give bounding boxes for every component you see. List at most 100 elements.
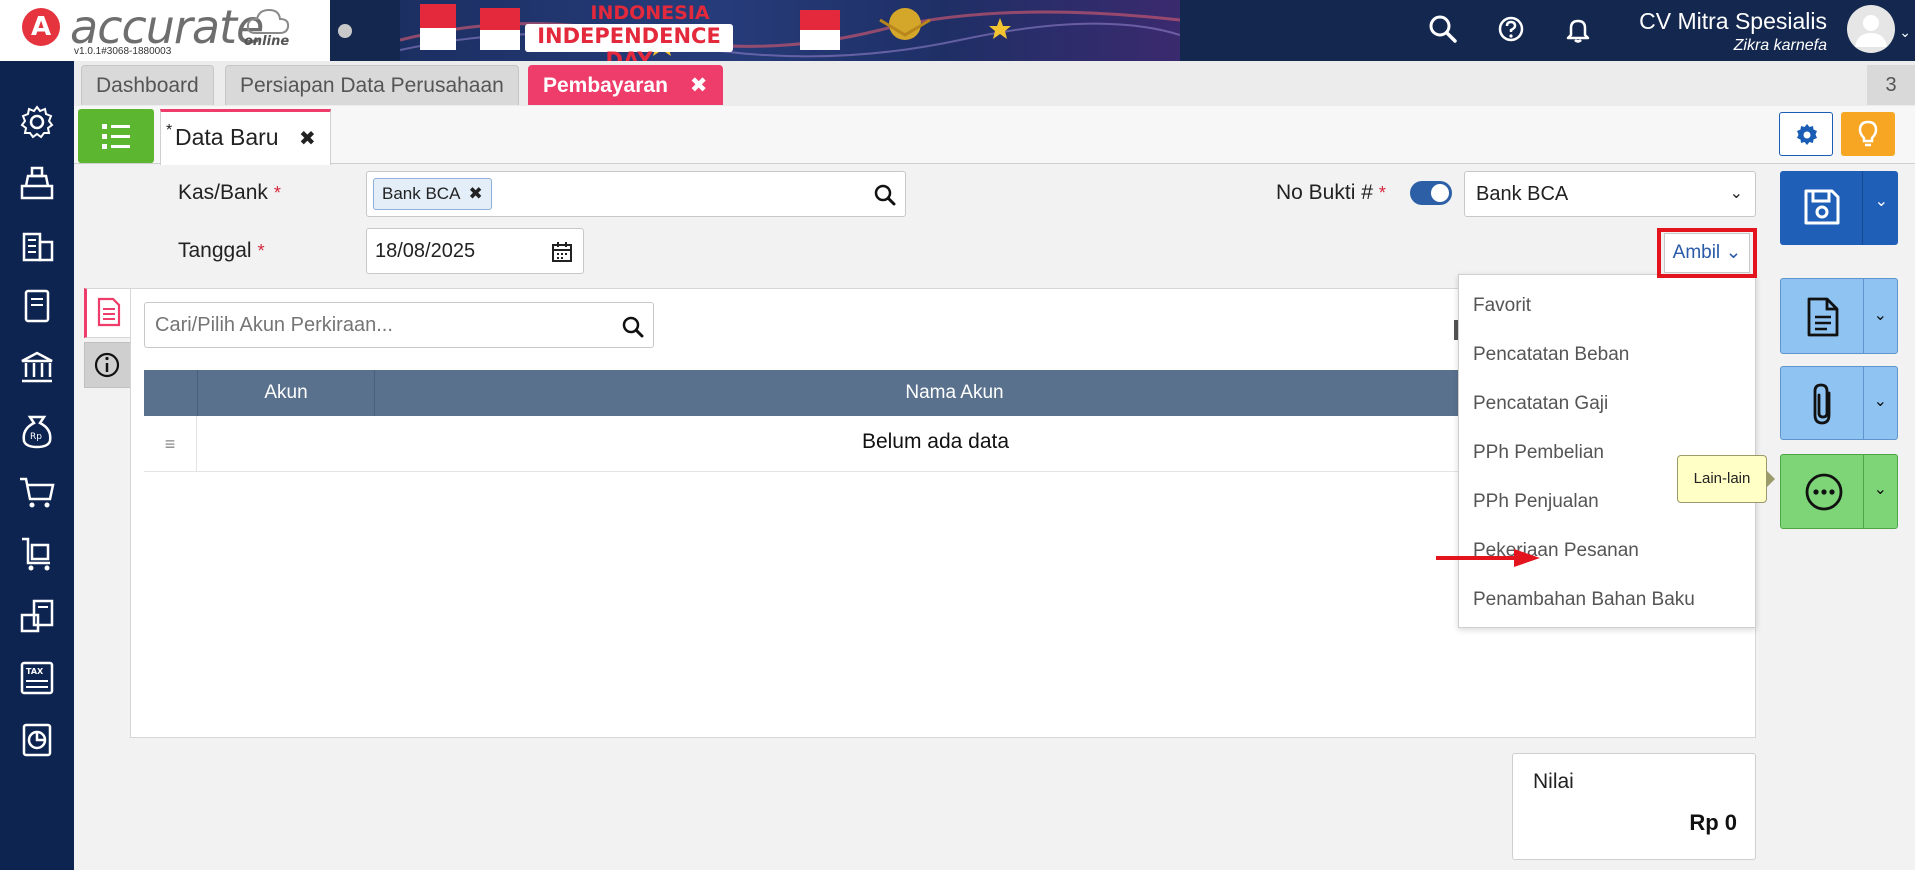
no-bukti-label-text: No Bukti # [1276, 181, 1373, 204]
akun-search-input[interactable] [145, 303, 605, 347]
menu-item-penambahan-bahan-baku[interactable]: Penambahan Bahan Baku [1459, 575, 1755, 624]
svg-text:Rp: Rp [30, 432, 42, 442]
logo-area[interactable]: A accurate online v1.0.1#3068-1880003 [0, 0, 352, 61]
kas-bank-input[interactable]: Bank BCA ✖ [366, 171, 906, 217]
building-icon [22, 232, 54, 262]
cart-icon [20, 477, 55, 508]
tanggal-input[interactable]: 18/08/2025 [366, 228, 584, 274]
menu-item-pencatatan-beban[interactable]: Pencatatan Beban [1459, 330, 1755, 379]
close-icon[interactable]: ✖ [299, 128, 316, 150]
gear-icon [20, 105, 54, 139]
floppy-disk-icon [1804, 189, 1840, 225]
sidebar-item-receivables[interactable]: Rp [16, 409, 58, 451]
ambil-dropdown-menu: Favorit Pencatatan Beban Pencatatan Gaji… [1458, 274, 1756, 628]
sidebar: Rp TAX [0, 61, 74, 870]
search-icon[interactable] [873, 183, 897, 207]
chevron-down-icon[interactable]: ⌄ [1874, 479, 1887, 499]
remove-chip-icon[interactable]: ✖ [468, 184, 482, 203]
bell-icon[interactable] [1563, 14, 1593, 44]
column-header-nama-akun[interactable]: Nama Akun [374, 370, 1534, 416]
money-bag-icon: Rp [22, 415, 52, 449]
tab-label: Persiapan Data Perusahaan [240, 74, 504, 97]
svg-text:TAX: TAX [26, 667, 44, 676]
print-document-button[interactable]: ⌄ [1780, 278, 1898, 354]
chip-label: Bank BCA [382, 184, 461, 203]
tax-icon: TAX [20, 661, 54, 695]
chevron-down-icon[interactable]: ⌄ [1874, 305, 1887, 325]
akun-search-box[interactable] [144, 302, 654, 348]
chevron-down-icon: ⌄ [1725, 242, 1742, 263]
company-info[interactable]: CV Mitra Spesialis Zikra karnefa [1639, 8, 1827, 55]
sidebar-item-company[interactable] [16, 224, 58, 266]
detail-tab[interactable] [84, 288, 132, 338]
table-row: ≡ Belum ada data [144, 416, 1534, 472]
sidebar-item-reports[interactable] [16, 719, 58, 761]
close-icon[interactable]: ✖ [690, 74, 708, 97]
tab-dashboard[interactable]: Dashboard [81, 65, 214, 105]
grid-handle-column [144, 370, 197, 416]
avatar[interactable] [1847, 5, 1895, 53]
document-icon [97, 297, 121, 327]
tanggal-value: 18/08/2025 [375, 240, 476, 262]
kas-bank-label: Kas/Bank * [178, 181, 281, 205]
menu-item-favorit[interactable]: Favorit [1459, 281, 1755, 330]
help-icon[interactable] [1496, 14, 1526, 44]
menu-item-pencatatan-gaji[interactable]: Pencatatan Gaji [1459, 379, 1755, 428]
attachment-button[interactable]: ⌄ [1780, 366, 1898, 440]
chevron-down-icon: ⌄ [1729, 185, 1743, 202]
ambil-button[interactable]: Ambil ⌄ [1664, 233, 1750, 273]
drag-handle-icon[interactable]: ≡ [144, 416, 197, 472]
nilai-label: Nilai [1533, 770, 1574, 793]
calendar-icon[interactable] [551, 241, 573, 263]
version-text: v1.0.1#3068-1880003 [74, 46, 172, 57]
gear-icon [1797, 124, 1817, 145]
report-icon [20, 599, 54, 633]
tab-pembayaran[interactable]: Pembayaran ✖ [528, 65, 723, 105]
no-bukti-select[interactable]: Bank BCA ⌄ [1464, 171, 1756, 217]
sidebar-item-bank[interactable] [16, 347, 58, 389]
more-horizontal-icon [1805, 473, 1843, 511]
top-header: A accurate online v1.0.1#3068-1880003 IN… [0, 0, 1915, 61]
no-bukti-value: Bank BCA [1476, 183, 1569, 205]
sidebar-item-cashier[interactable] [16, 162, 58, 204]
chevron-down-icon[interactable]: ⌄ [1899, 24, 1911, 41]
banner-line-1: INDONESIA [590, 2, 710, 24]
sidebar-item-inventory[interactable] [16, 595, 58, 637]
document-icon [1807, 297, 1839, 337]
more-actions-button[interactable]: ⌄ [1780, 454, 1898, 529]
sidebar-item-tax[interactable]: TAX [16, 657, 58, 699]
cloud-icon [246, 8, 290, 34]
tips-button[interactable] [1841, 112, 1895, 156]
tab-counter[interactable]: 3 [1867, 65, 1915, 105]
settings-button[interactable] [1779, 112, 1833, 156]
tab-label: Dashboard [96, 74, 199, 97]
search-icon[interactable] [1428, 14, 1458, 44]
sidebar-item-ledger[interactable] [16, 285, 58, 327]
list-icon [102, 124, 130, 149]
split-divider [1863, 367, 1864, 439]
info-icon [94, 352, 120, 378]
lightbulb-icon [1858, 120, 1878, 147]
ambil-label: Ambil [1672, 242, 1721, 263]
kas-bank-label-text: Kas/Bank [178, 181, 268, 204]
chevron-down-icon[interactable]: ⌄ [1875, 191, 1888, 211]
bank-icon [21, 351, 53, 383]
list-view-button[interactable] [78, 109, 154, 163]
unsaved-marker: * [166, 122, 173, 139]
trolley-icon [22, 537, 50, 571]
tab-data-baru[interactable]: * Data Baru ✖ [160, 109, 331, 165]
tanggal-label: Tanggal * [178, 239, 265, 263]
search-icon[interactable] [621, 315, 645, 339]
sidebar-item-settings[interactable] [16, 101, 58, 143]
chevron-down-icon[interactable]: ⌄ [1874, 391, 1887, 411]
split-divider [1862, 171, 1863, 245]
save-button[interactable]: ⌄ [1780, 171, 1898, 245]
tooltip: Lain-lain [1677, 455, 1775, 503]
sub-toolbar: * Data Baru ✖ [74, 106, 1915, 165]
sidebar-item-purchase[interactable] [16, 533, 58, 575]
sidebar-item-sales[interactable] [16, 471, 58, 513]
column-header-akun[interactable]: Akun [197, 370, 374, 416]
auto-number-toggle[interactable] [1410, 181, 1452, 205]
tab-persiapan-data-perusahaan[interactable]: Persiapan Data Perusahaan [225, 65, 519, 105]
info-tab[interactable] [84, 342, 132, 388]
